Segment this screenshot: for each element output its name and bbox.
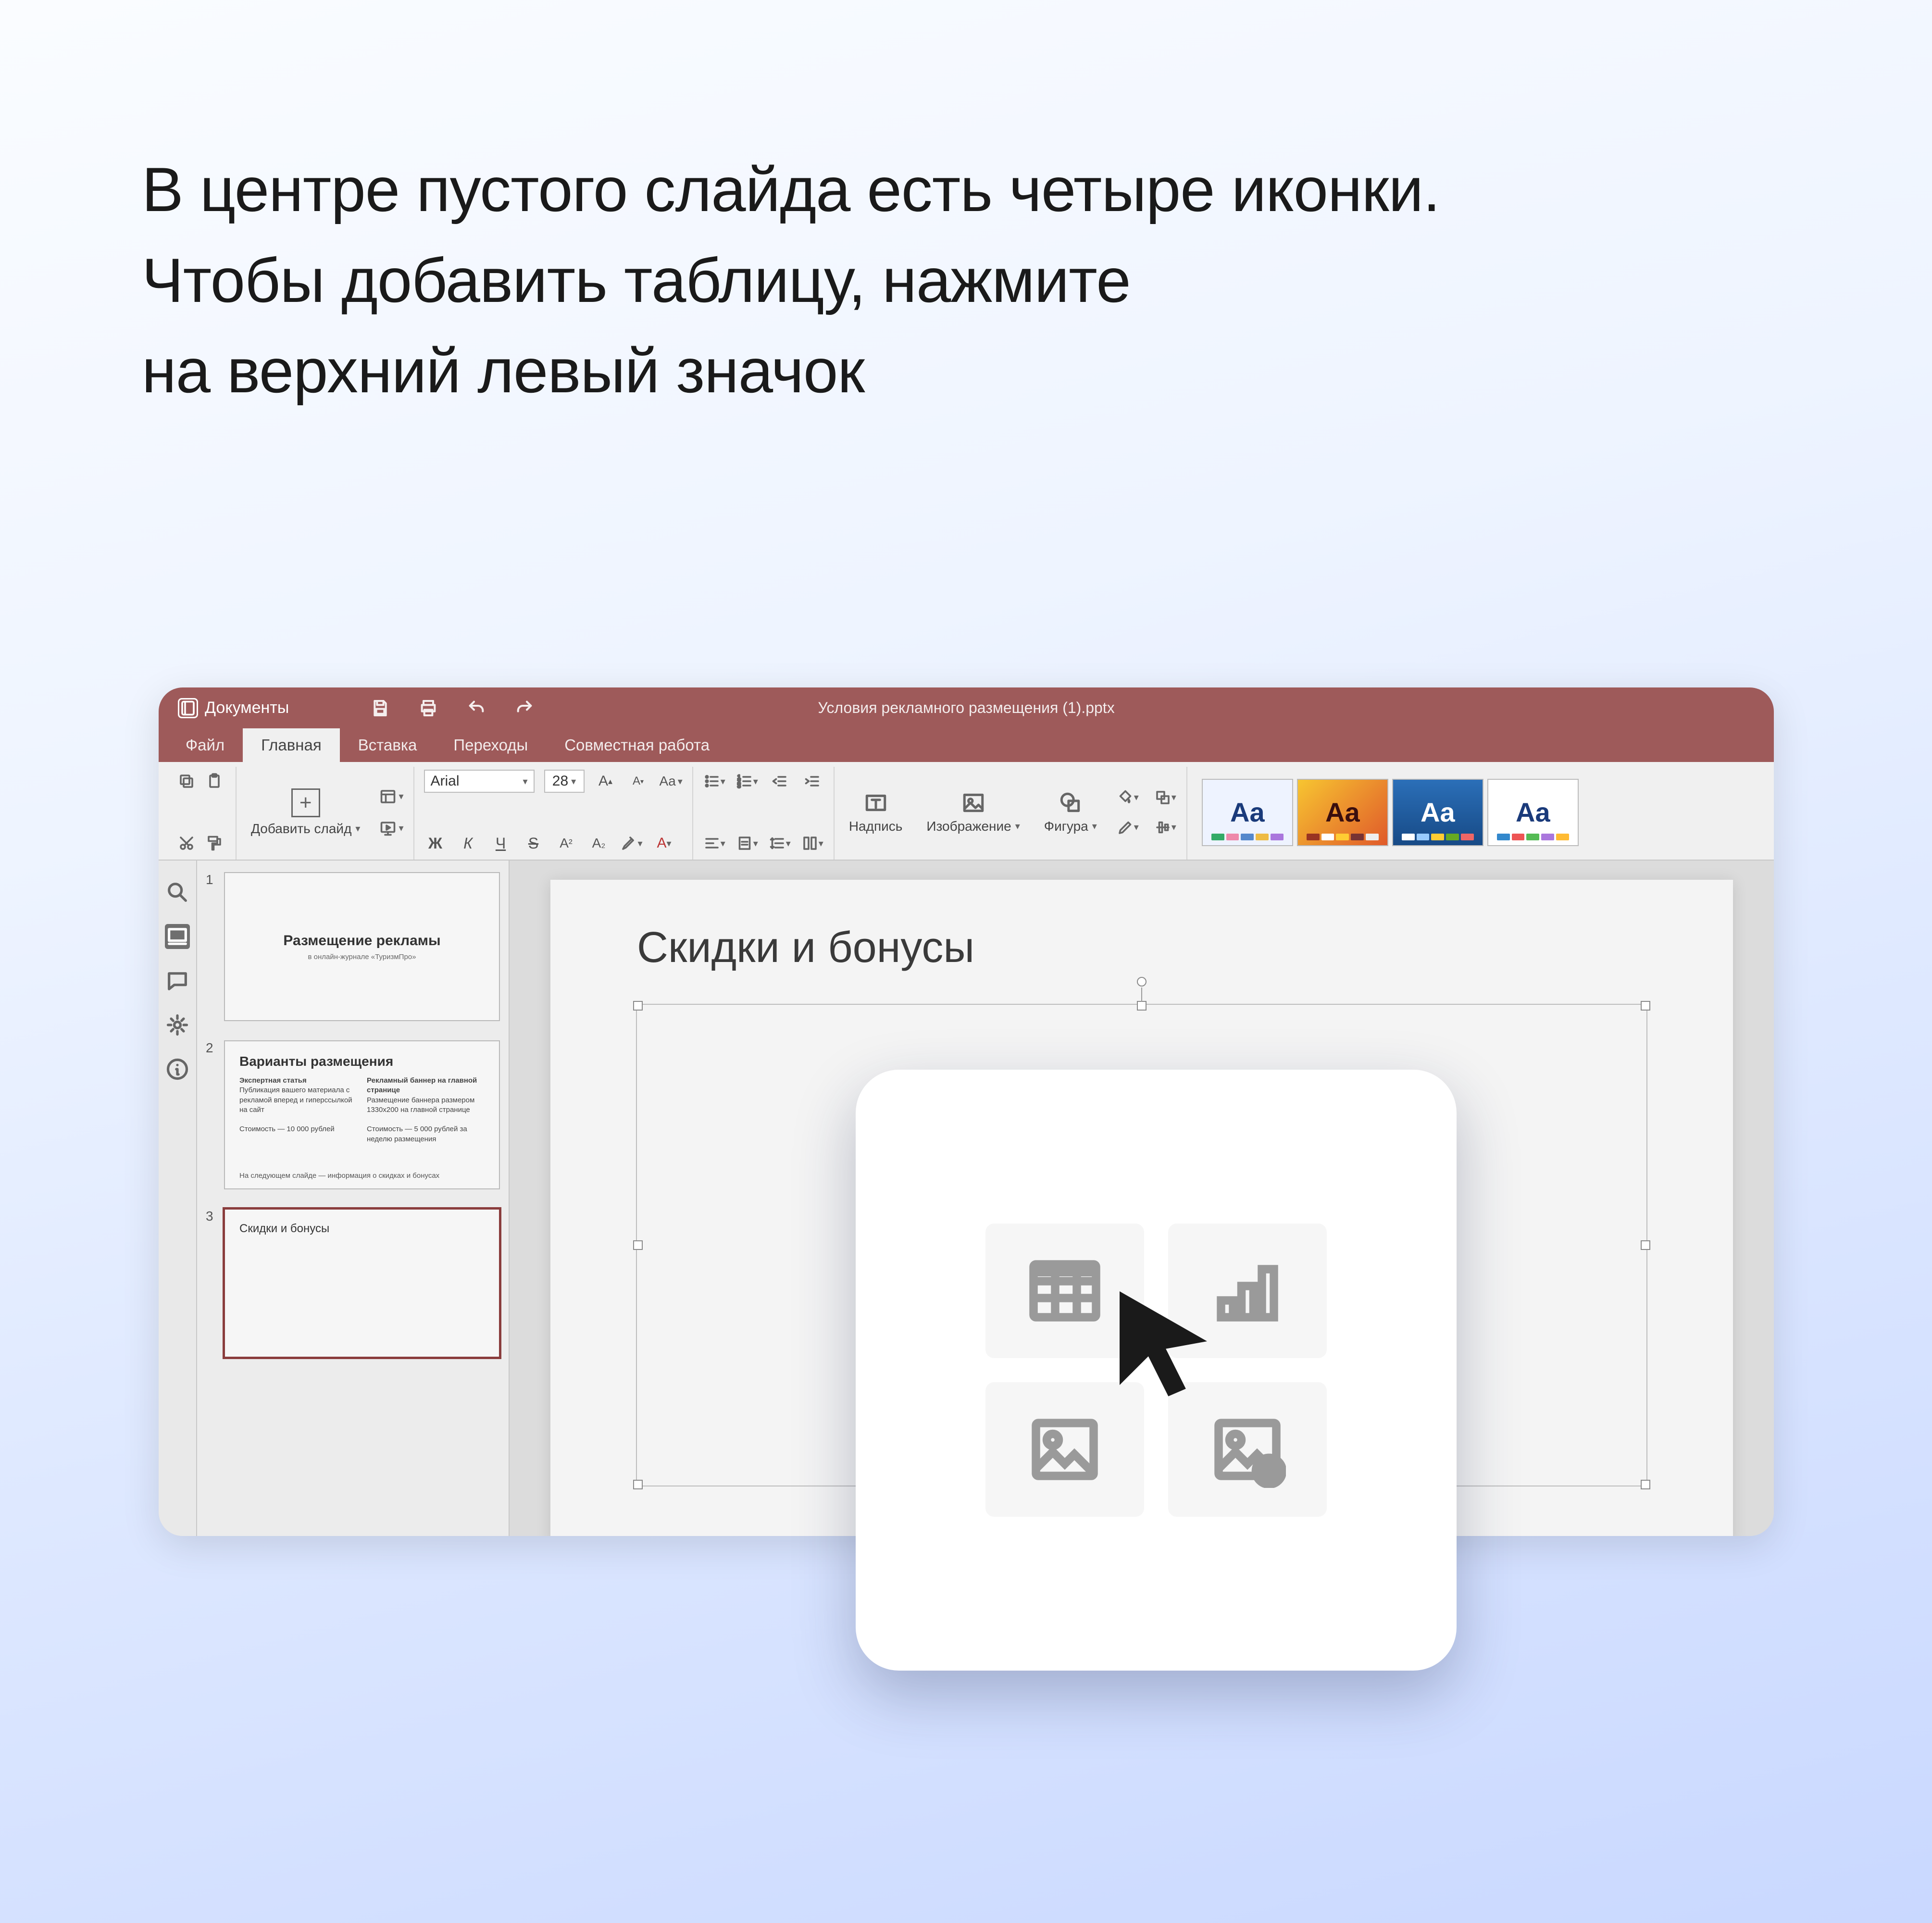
italic-button[interactable]: К <box>457 832 480 855</box>
save-button[interactable] <box>371 699 390 718</box>
ribbon-group-insert: Надпись Изображение▾ Фигура▾ ▾ ▾ ▾ ▾ <box>835 767 1187 860</box>
layout-button[interactable]: ▾ <box>379 785 403 808</box>
slides-rail-button[interactable] <box>165 924 190 949</box>
plus-icon: + <box>291 788 320 817</box>
resize-handle[interactable] <box>633 1240 643 1250</box>
print-button[interactable] <box>419 699 438 718</box>
search-rail-button[interactable] <box>165 880 190 905</box>
thumbnail-2[interactable]: 2 Варианты размещения Экспертная статья … <box>206 1040 500 1189</box>
tab-collaboration[interactable]: Совместная работа <box>546 728 728 762</box>
theme-3[interactable]: Aa <box>1392 779 1483 846</box>
info-rail-button[interactable] <box>165 1057 190 1082</box>
brand-icon <box>178 698 198 718</box>
decrease-font-button[interactable]: A▾ <box>627 770 650 793</box>
slide-thumbnails: 1 Размещение рекламы в онлайн-журнале «Т… <box>197 861 510 1536</box>
align-horiz-button[interactable]: ▾ <box>703 832 726 855</box>
cut-button[interactable] <box>175 832 198 855</box>
instruction-line1: В центре пустого слайда есть четыре икон… <box>142 144 1440 235</box>
insert-online-picture-button[interactable] <box>1168 1382 1327 1517</box>
thumbnail-3[interactable]: 3 Скидки и бонусы <box>206 1209 500 1358</box>
change-case-button[interactable]: Aa▾ <box>660 770 683 793</box>
strike-button[interactable]: S <box>522 832 545 855</box>
superscript-button[interactable]: A² <box>555 832 578 855</box>
titlebar: Документы Условия рекламного размещения … <box>159 687 1774 728</box>
undo-button[interactable] <box>467 699 486 718</box>
ribbon: + Добавить слайд▾ ▾ ▾ Arial▾ 28▾ A▴ A▾ A… <box>159 762 1774 861</box>
picture-icon <box>1026 1411 1103 1488</box>
bold-button[interactable]: Ж <box>424 832 447 855</box>
resize-handle[interactable] <box>633 1480 643 1489</box>
resize-handle[interactable] <box>1641 1240 1650 1250</box>
theme-2[interactable]: Aa <box>1297 779 1388 846</box>
tab-file[interactable]: Файл <box>167 728 243 762</box>
callout-card <box>856 1070 1457 1671</box>
arrange-button[interactable]: ▾ <box>1154 786 1177 809</box>
font-color-button[interactable]: A▾ <box>653 832 676 855</box>
instruction-line3: на верхний левый значок <box>142 325 1440 416</box>
thumbnail-1[interactable]: 1 Размещение рекламы в онлайн-журнале «Т… <box>206 872 500 1021</box>
columns-button[interactable]: ▾ <box>801 832 824 855</box>
table-icon <box>1026 1252 1103 1329</box>
resize-handle[interactable] <box>1137 1001 1147 1011</box>
ribbon-group-font: Arial▾ 28▾ A▴ A▾ Aa▾ Ж К Ч S A² A₂ ▾ A▾ <box>414 767 693 860</box>
instruction-line2: Чтобы добавить таблицу, нажмите <box>142 235 1440 326</box>
insert-icon-grid <box>985 1224 1327 1517</box>
redo-button[interactable] <box>515 699 534 718</box>
format-painter-button[interactable] <box>203 832 226 855</box>
insert-chart-button[interactable] <box>1168 1224 1327 1358</box>
svg-text:3: 3 <box>737 783 741 789</box>
resize-handle[interactable] <box>633 1001 643 1011</box>
online-picture-icon <box>1209 1411 1286 1488</box>
brand[interactable]: Документы <box>159 698 289 718</box>
ribbon-group-themes: Aa Aa Aa Aa <box>1187 767 1579 860</box>
image-button[interactable]: Изображение▾ <box>922 770 1024 855</box>
theme-1[interactable]: Aa <box>1202 779 1293 846</box>
align-vert-button[interactable]: ▾ <box>735 832 759 855</box>
ribbon-group-slides: + Добавить слайд▾ ▾ ▾ <box>237 767 414 860</box>
ribbon-group-clipboard <box>165 767 237 860</box>
underline-button[interactable]: Ч <box>489 832 512 855</box>
add-slide-button[interactable]: + Добавить слайд▾ <box>246 770 365 855</box>
numbering-button[interactable]: 123▾ <box>735 770 759 793</box>
theme-4[interactable]: Aa <box>1487 779 1579 846</box>
menubar: Файл Главная Вставка Переходы Совместная… <box>159 728 1774 762</box>
subscript-button[interactable]: A₂ <box>587 832 611 855</box>
fill-color-button[interactable]: ▾ <box>1116 786 1139 809</box>
rotate-handle[interactable] <box>1137 977 1147 986</box>
tab-home[interactable]: Главная <box>243 728 340 762</box>
instruction-text: В центре пустого слайда есть четыре икон… <box>142 144 1440 416</box>
slide-title[interactable]: Скидки и бонусы <box>637 923 1646 973</box>
paste-button[interactable] <box>203 770 226 793</box>
insert-table-button[interactable] <box>985 1224 1144 1358</box>
outline-color-button[interactable]: ▾ <box>1116 816 1139 839</box>
left-rail <box>159 861 197 1536</box>
comments-rail-button[interactable] <box>165 968 190 993</box>
indent-inc-button[interactable] <box>801 770 824 793</box>
resize-handle[interactable] <box>1641 1001 1650 1011</box>
start-slideshow-button[interactable]: ▾ <box>379 817 403 840</box>
share-rail-button[interactable] <box>165 1012 190 1037</box>
align-objects-button[interactable]: ▾ <box>1154 816 1177 839</box>
copy-button[interactable] <box>175 770 198 793</box>
indent-dec-button[interactable] <box>768 770 791 793</box>
quick-access-toolbar <box>371 699 534 718</box>
font-size-select[interactable]: 28▾ <box>544 770 585 793</box>
tab-transitions[interactable]: Переходы <box>435 728 546 762</box>
font-name-select[interactable]: Arial▾ <box>424 770 535 793</box>
chevron-down-icon: ▾ <box>355 823 360 835</box>
brand-label: Документы <box>205 699 289 717</box>
increase-font-button[interactable]: A▴ <box>594 770 617 793</box>
ribbon-group-paragraph: ▾ 123▾ ▾ ▾ ▾ ▾ <box>693 767 835 860</box>
insert-picture-button[interactable] <box>985 1382 1144 1517</box>
bullets-button[interactable]: ▾ <box>703 770 726 793</box>
highlight-button[interactable]: ▾ <box>620 832 643 855</box>
tab-insert[interactable]: Вставка <box>340 728 436 762</box>
shape-button[interactable]: Фигура▾ <box>1039 770 1102 855</box>
resize-handle[interactable] <box>1641 1480 1650 1489</box>
chart-icon <box>1209 1252 1286 1329</box>
line-spacing-button[interactable]: ▾ <box>768 832 791 855</box>
textbox-button[interactable]: Надпись <box>844 770 908 855</box>
